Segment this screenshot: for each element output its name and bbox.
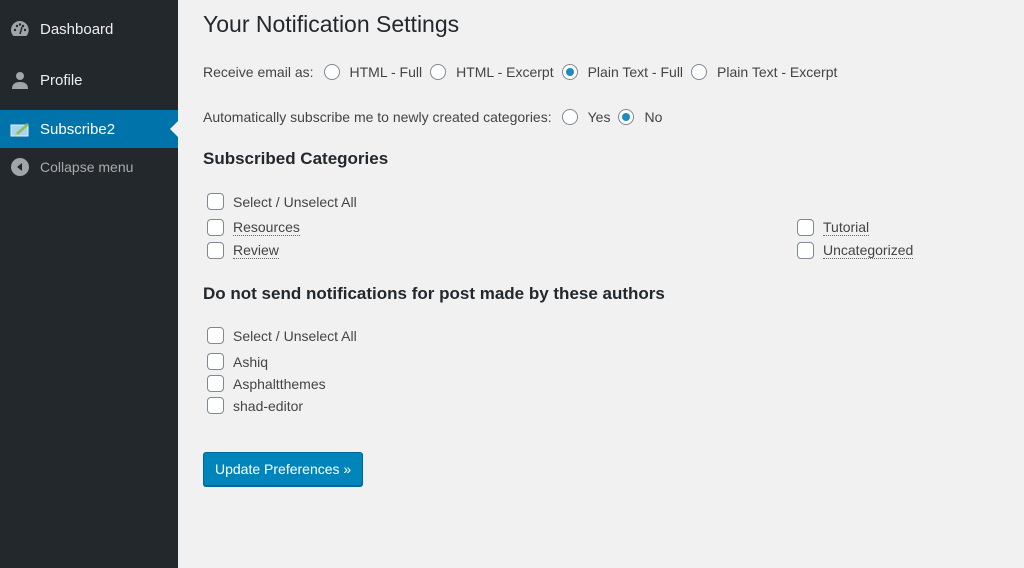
author-asphaltthemes[interactable]: Asphaltthemes <box>207 375 326 392</box>
radio-yes[interactable]: Yes <box>561 109 610 125</box>
radio-html-full[interactable]: HTML - Full <box>323 64 422 80</box>
radio-plain-text-excerpt[interactable]: Plain Text - Excerpt <box>691 64 837 80</box>
checkbox[interactable] <box>797 242 814 259</box>
collapse-menu-label: Collapse menu <box>40 159 134 175</box>
auto-subscribe-row: Automatically subscribe me to newly crea… <box>203 109 670 125</box>
excluded-authors-heading: Do not send notifications for post made … <box>203 284 665 303</box>
page-title: Your Notification Settings <box>203 11 460 37</box>
author-ashiq[interactable]: Ashiq <box>207 353 268 370</box>
subscribe2-icon <box>10 119 30 139</box>
checkbox[interactable] <box>207 193 224 210</box>
radio-button-checked[interactable] <box>618 109 635 125</box>
checkbox[interactable] <box>797 219 814 236</box>
checkbox[interactable] <box>207 327 224 344</box>
radio-no[interactable]: No <box>618 109 662 125</box>
authors-select-all[interactable]: Select / Unselect All <box>207 327 357 344</box>
radio-button-checked[interactable] <box>561 64 578 80</box>
sidebar-item-profile[interactable]: Profile <box>0 61 178 99</box>
collapse-menu-button[interactable]: Collapse menu <box>0 148 178 186</box>
collapse-arrow-icon <box>10 157 30 177</box>
user-icon <box>10 70 30 90</box>
checkbox[interactable] <box>207 375 224 392</box>
email-format-label: Receive email as: <box>203 64 314 80</box>
subscribed-categories-heading: Subscribed Categories <box>203 149 389 168</box>
admin-sidebar: Dashboard Profile Subscribe2 Collapse me… <box>0 0 178 568</box>
categories-select-all[interactable]: Select / Unselect All <box>207 193 357 210</box>
category-uncategorized[interactable]: Uncategorized <box>797 242 914 259</box>
sidebar-item-label: Subscribe2 <box>40 120 116 138</box>
email-format-row: Receive email as: HTML - Full HTML - Exc… <box>203 64 845 80</box>
checkbox[interactable] <box>207 242 224 259</box>
sidebar-item-label: Dashboard <box>40 20 114 38</box>
category-resources[interactable]: Resources <box>207 219 300 236</box>
radio-button[interactable] <box>323 64 340 80</box>
radio-button[interactable] <box>691 64 708 80</box>
category-tutorial[interactable]: Tutorial <box>797 219 870 236</box>
sidebar-item-dashboard[interactable]: Dashboard <box>0 10 178 48</box>
checkbox[interactable] <box>207 353 224 370</box>
radio-button[interactable] <box>430 64 447 80</box>
sidebar-item-subscribe2[interactable]: Subscribe2 <box>0 110 178 148</box>
radio-button[interactable] <box>561 109 578 125</box>
auto-subscribe-label: Automatically subscribe me to newly crea… <box>203 109 552 125</box>
checkbox[interactable] <box>207 397 224 414</box>
radio-plain-text-full[interactable]: Plain Text - Full <box>561 64 683 80</box>
author-shad-editor[interactable]: shad-editor <box>207 397 303 414</box>
dashboard-icon <box>10 19 30 39</box>
checkbox[interactable] <box>207 219 224 236</box>
category-review[interactable]: Review <box>207 242 279 259</box>
update-preferences-button[interactable]: Update Preferences » <box>203 452 364 486</box>
radio-html-excerpt[interactable]: HTML - Excerpt <box>430 64 554 80</box>
sidebar-item-label: Profile <box>40 71 83 89</box>
